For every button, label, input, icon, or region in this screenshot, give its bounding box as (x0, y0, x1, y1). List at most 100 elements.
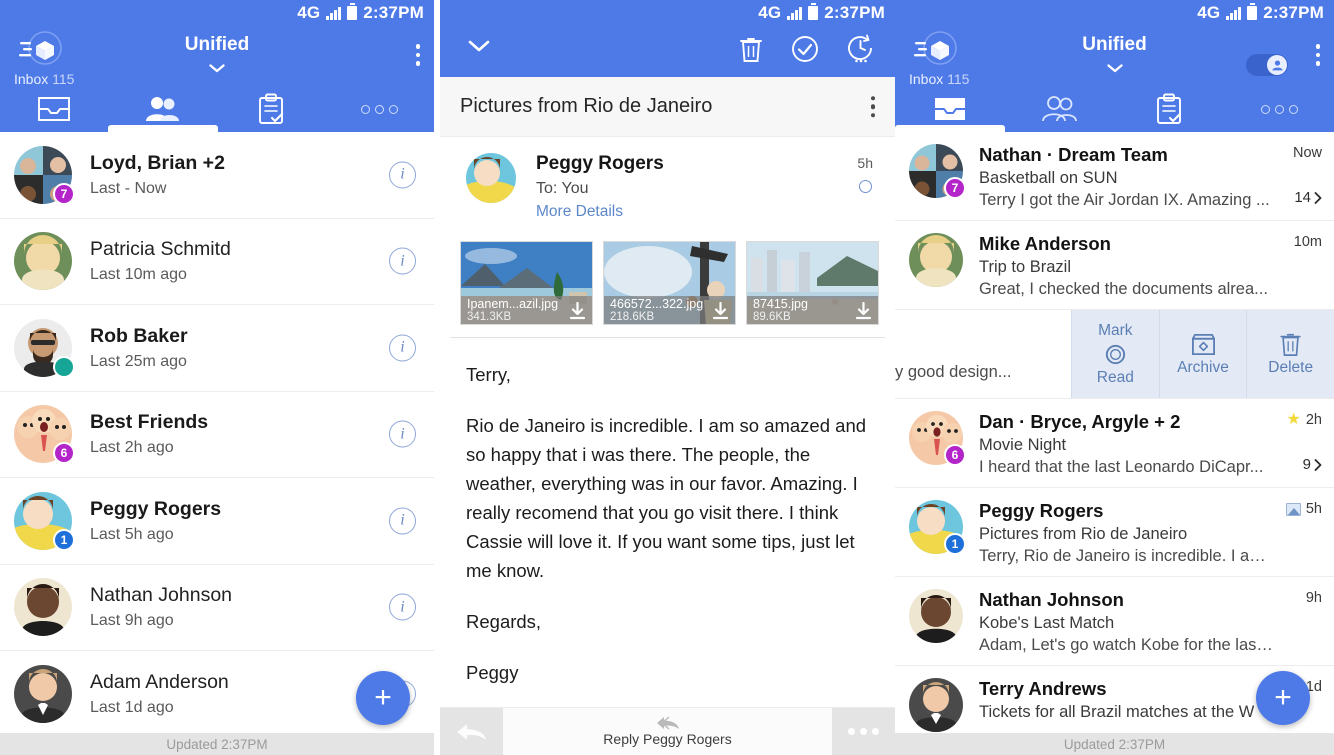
signal-strength-icon (1226, 6, 1242, 20)
archive-icon (1191, 333, 1215, 355)
contacts-list[interactable]: 7 Loyd, Brian +2 Last - Now i Patricia S… (0, 132, 434, 738)
list-item[interactable]: Mike Anderson Trip to Brazil Great, I ch… (895, 221, 1334, 310)
email-subject: Basketball on SUN (979, 169, 1118, 187)
list-item[interactable]: 6 Dan · Bryce, Argyle + 2 Movie Night I … (895, 399, 1334, 488)
overflow-menu-button[interactable] (415, 44, 420, 66)
contact-last-seen: Last 2h ago (90, 439, 174, 457)
download-icon[interactable] (855, 302, 872, 321)
list-item[interactable]: Rob Baker Last 25m ago i (0, 305, 434, 392)
list-item[interactable]: 7 Loyd, Brian +2 Last - Now i (0, 132, 434, 219)
mark-read-button[interactable]: Mark Read (1071, 310, 1159, 398)
kebab-dot (1315, 61, 1320, 66)
compose-fab-button[interactable]: + (1256, 671, 1310, 725)
star-icon[interactable]: ★ (1287, 412, 1301, 428)
list-item[interactable]: 1 Peggy Rogers Pictures from Rio de Jane… (895, 488, 1334, 577)
email-timestamp: Now (1292, 145, 1322, 161)
inbox-count: 115 (52, 71, 75, 87)
inbox-button[interactable]: Inbox 115 (14, 30, 74, 87)
clock-snooze-icon[interactable] (847, 34, 875, 64)
archive-button[interactable]: Archive (1158, 310, 1247, 398)
swipe-action-row[interactable]: 25m y good design... Mark Read (895, 310, 1334, 399)
email-meta: 5h (1285, 501, 1322, 517)
email-timestamp: 5h (1305, 501, 1322, 517)
tab-more[interactable] (1224, 86, 1334, 132)
thread-count[interactable]: 14 (1294, 189, 1322, 206)
info-icon[interactable]: i (389, 247, 416, 275)
tab-more[interactable] (326, 86, 435, 132)
tab-tasks[interactable] (1115, 86, 1225, 132)
overflow-menu-button[interactable] (870, 95, 875, 118)
attachment-thumbnail[interactable]: 87415.jpg 89.6KB (746, 241, 879, 325)
avatar (466, 153, 516, 203)
unread-badge: 1 (944, 533, 966, 555)
more-circles-icon (361, 104, 399, 114)
list-item[interactable]: Nathan Johnson Last 9h ago i (0, 565, 434, 651)
avatar: 6 (909, 411, 966, 466)
back-button[interactable] (440, 708, 503, 755)
avatar: 1 (14, 491, 75, 551)
trash-icon[interactable] (739, 35, 763, 63)
list-item-text: Nathan Johnson Last 9h ago (90, 584, 232, 630)
sender-name: Nathan (979, 144, 1042, 165)
list-item-text: Nathan · Dream Team Basketball on SUN Te… (979, 144, 1270, 210)
compose-fab-button[interactable]: + (356, 671, 410, 725)
list-item[interactable]: 1 Peggy Rogers Last 5h ago i (0, 478, 434, 565)
email-action-header (440, 26, 895, 77)
tab-inbox[interactable] (0, 86, 109, 132)
list-item-text: Rob Baker Last 25m ago (90, 325, 188, 371)
unread-badge: 7 (944, 177, 966, 199)
clock-label: 2:37PM (363, 3, 424, 22)
subject-bar: Pictures from Rio de Janeiro (440, 77, 895, 137)
tab-tasks[interactable] (217, 86, 326, 132)
info-icon[interactable]: i (389, 593, 416, 621)
people-filter-toggle[interactable] (1246, 54, 1288, 76)
chevron-down-icon[interactable] (468, 40, 490, 52)
info-icon[interactable]: i (389, 161, 416, 189)
email-list[interactable]: 7 Nathan · Dream Team Basketball on SUN … (895, 132, 1334, 755)
list-item[interactable]: Patricia Schmitd Last 10m ago i (0, 219, 434, 305)
avatar-image (14, 578, 72, 637)
list-item[interactable]: 7 Nathan · Dream Team Basketball on SUN … (895, 132, 1334, 221)
contact-name: Nathan Johnson (90, 584, 233, 607)
signal-strength-icon (326, 6, 342, 20)
tab-contacts[interactable] (107, 86, 218, 132)
email-preview: Terry, Rio de Janeiro is incredible. I a… (979, 547, 1275, 565)
signal-strength-icon (787, 6, 803, 20)
three-panel-screenshot: 4G 2:37PM Inbox 115 Unified 7 Loyd, Bria… (0, 0, 1334, 755)
info-icon[interactable]: i (389, 507, 416, 535)
tab-contacts[interactable] (1005, 86, 1115, 132)
info-icon[interactable]: i (389, 334, 416, 362)
contact-name: Peggy Rogers (90, 497, 222, 520)
thread-count[interactable]: 9 (1303, 456, 1322, 473)
mark-read-label-bottom: Read (1096, 368, 1134, 386)
overflow-menu-button[interactable] (1315, 44, 1320, 66)
inbox-label: Inbox 115 (909, 71, 969, 87)
more-circles-icon (1260, 104, 1298, 114)
list-item-text: Peggy Rogers Last 5h ago (90, 498, 221, 544)
email-sender: Terry Andrews (979, 678, 1107, 699)
check-circle-icon[interactable] (791, 35, 819, 63)
list-item[interactable]: Nathan Johnson Kobe's Last Match Adam, L… (895, 577, 1334, 666)
attachment-thumbnail[interactable]: Ipanem...azil.jpg 341.3KB (460, 241, 593, 325)
status-bar: 4G 2:37PM (0, 0, 434, 26)
info-icon[interactable]: i (389, 420, 416, 448)
more-details-link[interactable]: More Details (536, 203, 664, 221)
contact-last-seen: Last 10m ago (90, 266, 187, 284)
kebab-dot (870, 95, 875, 101)
avatar-image (909, 589, 963, 643)
network-type-label: 4G (1197, 3, 1221, 22)
avatar (909, 678, 963, 732)
attachments-strip[interactable]: Ipanem...azil.jpg 341.3KB 466572...322.j… (450, 233, 885, 338)
delete-button[interactable]: Delete (1246, 310, 1334, 398)
attachment-thumbnail[interactable]: 466572...322.jpg 218.6KB (603, 241, 736, 325)
reply-button[interactable]: Reply Peggy Rogers (503, 708, 832, 755)
clock-label: 2:37PM (824, 3, 885, 22)
unread-circle-icon[interactable] (858, 180, 872, 193)
list-item[interactable]: 6 Best Friends Last 2h ago i (0, 392, 434, 478)
reply-label: Reply Peggy Rogers (603, 731, 732, 747)
tab-inbox[interactable] (895, 86, 1005, 132)
download-icon[interactable] (712, 302, 729, 321)
more-actions-button[interactable] (832, 708, 895, 755)
inbox-button[interactable]: Inbox 115 (909, 30, 969, 87)
download-icon[interactable] (569, 302, 586, 321)
